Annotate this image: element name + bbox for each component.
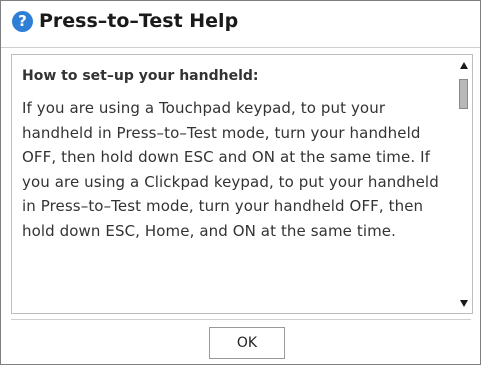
scroll-down-arrow-icon[interactable] xyxy=(460,300,468,307)
scroll-up-arrow-icon[interactable] xyxy=(460,62,468,69)
dialog-title: Press–to–Test Help xyxy=(39,10,239,32)
help-content-panel: How to set–up your handheld: If you are … xyxy=(11,54,473,314)
ok-button[interactable]: OK xyxy=(209,327,285,359)
vertical-scrollbar[interactable] xyxy=(456,55,472,313)
help-dialog: ? Press–to–Test Help How to set–up your … xyxy=(0,0,481,365)
scrollbar-thumb[interactable] xyxy=(459,79,468,109)
help-content-text: How to set–up your handheld: If you are … xyxy=(22,66,448,243)
help-icon: ? xyxy=(12,11,33,32)
help-body-text: If you are using a Touchpad keypad, to p… xyxy=(22,99,439,240)
help-heading: How to set–up your handheld: xyxy=(22,68,259,84)
footer-divider xyxy=(11,319,471,320)
dialog-title-bar: ? Press–to–Test Help xyxy=(1,1,480,48)
